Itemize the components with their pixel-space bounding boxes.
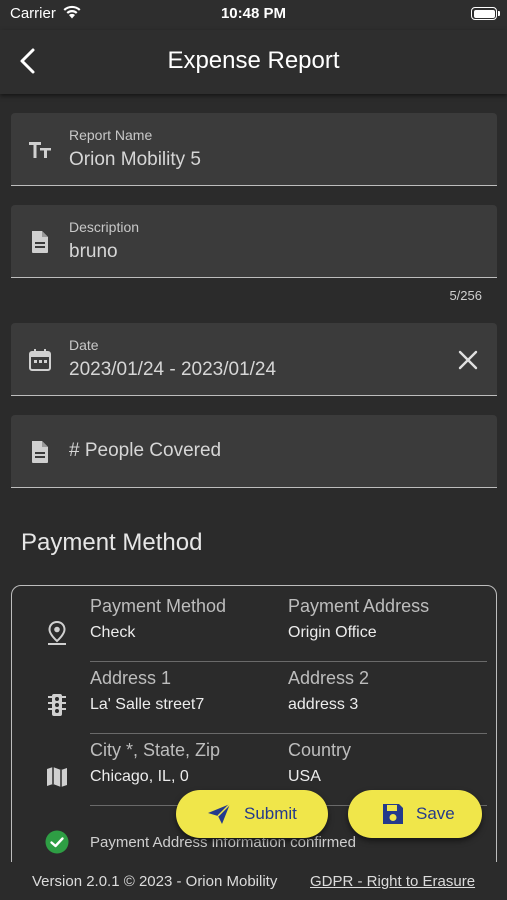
- clock: 10:48 PM: [220, 5, 287, 22]
- payment-address-value: Origin Office: [288, 624, 377, 641]
- address-1-label: Address 1: [90, 668, 172, 688]
- close-icon[interactable]: [457, 349, 479, 371]
- description-value[interactable]: bruno: [69, 241, 118, 263]
- save-button[interactable]: Save: [348, 790, 482, 838]
- footer: Version 2.0.1 © 2023 - Orion Mobility GD…: [0, 862, 507, 900]
- send-icon: [208, 803, 231, 824]
- calendar-icon: [29, 349, 51, 371]
- document-icon: [32, 231, 48, 253]
- description-field[interactable]: Description bruno: [11, 205, 497, 278]
- description-char-counter: 5/256: [449, 288, 482, 303]
- date-label: Date: [69, 337, 99, 353]
- location-pin-icon: [48, 620, 66, 645]
- submit-button[interactable]: Submit: [176, 790, 328, 838]
- divider: [90, 661, 487, 662]
- country-value: USA: [288, 768, 321, 785]
- battery-icon: [471, 7, 500, 20]
- document-icon: [32, 441, 48, 463]
- city-state-zip-value: Chicago, IL, 0: [90, 768, 189, 785]
- map-icon: [47, 767, 67, 787]
- floppy-disk-icon: [383, 804, 403, 824]
- payment-address-label: Payment Address: [288, 596, 430, 616]
- divider: [90, 733, 487, 734]
- report-name-field[interactable]: Report Name Orion Mobility 5: [11, 113, 497, 186]
- page-title: Expense Report: [167, 47, 340, 74]
- people-covered-input[interactable]: # People Covered: [69, 440, 221, 462]
- description-label: Description: [69, 219, 140, 235]
- traffic-light-icon: [48, 694, 66, 716]
- address-1-value: La' Salle street7: [90, 696, 205, 713]
- check-circle-icon: [45, 830, 69, 854]
- city-state-zip-label: City *, State, Zip: [90, 740, 221, 760]
- people-covered-field[interactable]: # People Covered: [11, 415, 497, 488]
- report-name-label: Report Name: [69, 127, 153, 143]
- app-header: Expense Report: [0, 30, 507, 94]
- payment-method-value: Check: [90, 624, 136, 641]
- payment-row: Address 1 La' Salle street7 Address 2 ad…: [12, 668, 496, 740]
- country-label: Country: [288, 740, 352, 760]
- date-value[interactable]: 2023/01/24 - 2023/01/24: [69, 359, 276, 381]
- status-bar: Carrier 10:48 PM: [0, 0, 507, 30]
- payment-row: Payment Method Check Payment Address Ori…: [12, 596, 496, 668]
- report-name-value[interactable]: Orion Mobility 5: [69, 149, 201, 171]
- save-label: Save: [416, 804, 455, 823]
- payment-method-label: Payment Method: [90, 596, 227, 616]
- address-2-label: Address 2: [288, 668, 370, 688]
- address-2-value: address 3: [288, 696, 359, 713]
- version-text: Version 2.0.1 © 2023 - Orion Mobility: [32, 873, 278, 890]
- submit-label: Submit: [244, 804, 297, 823]
- section-title-payment-method: Payment Method: [21, 529, 203, 556]
- payment-method-card[interactable]: Payment Method Check Payment Address Ori…: [11, 585, 497, 885]
- text-size-icon: [29, 142, 51, 158]
- gdpr-erasure-link[interactable]: GDPR - Right to Erasure: [310, 873, 475, 890]
- date-field[interactable]: Date 2023/01/24 - 2023/01/24: [11, 323, 497, 396]
